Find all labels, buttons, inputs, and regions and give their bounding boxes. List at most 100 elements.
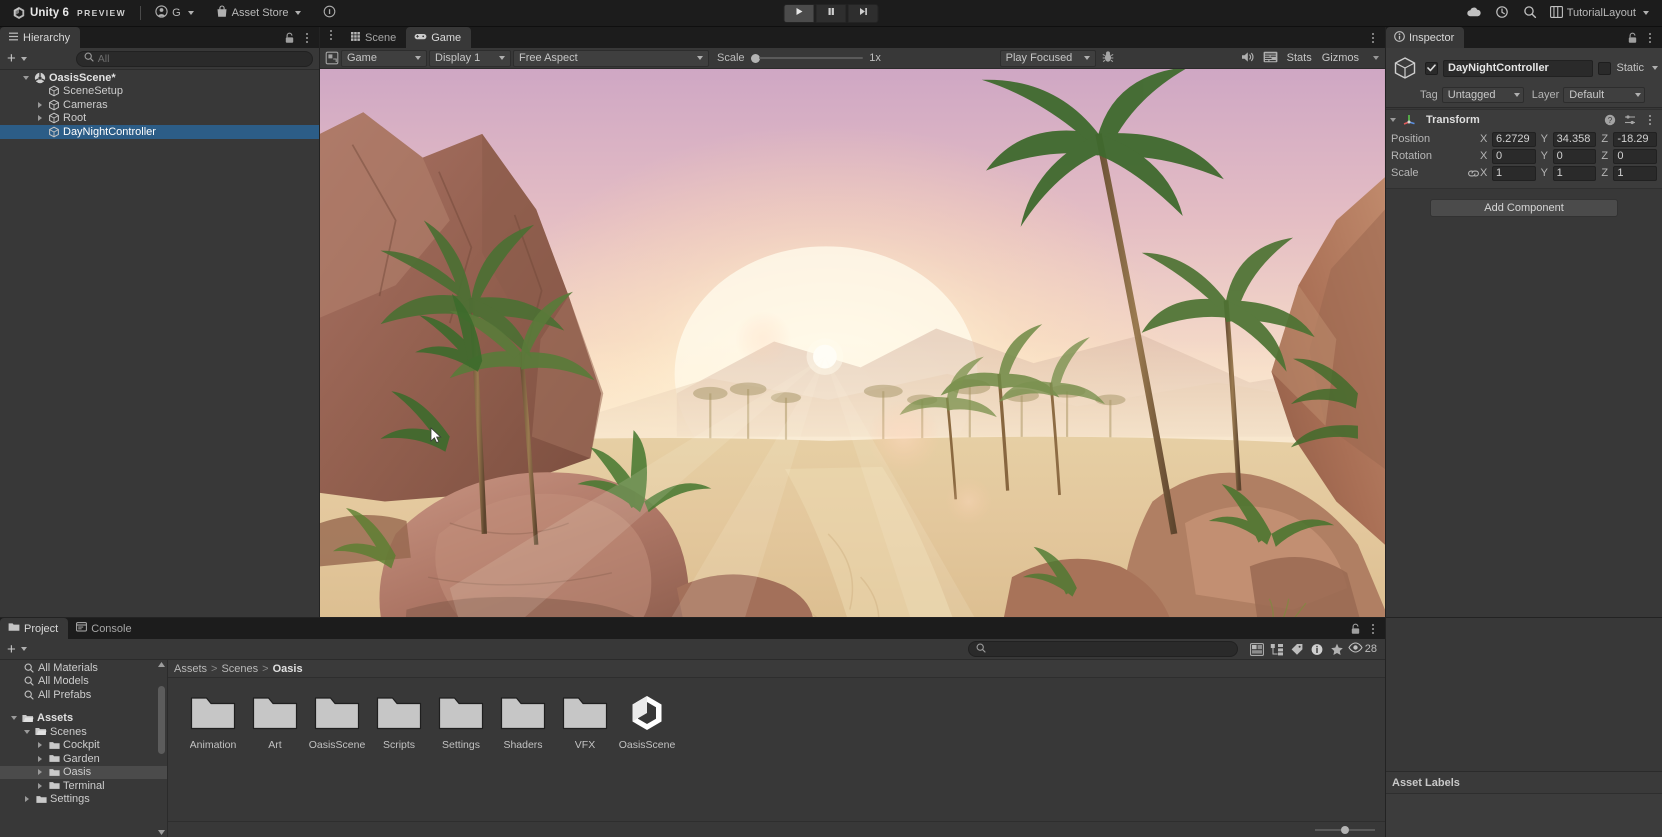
transform-position-y-input[interactable]: 34.358 bbox=[1552, 131, 1597, 147]
target-display-dropdown[interactable]: Game bbox=[341, 49, 427, 67]
transform-scale-x-input[interactable]: 1 bbox=[1492, 165, 1536, 181]
breadcrumb-item-assets[interactable]: Assets bbox=[174, 663, 207, 675]
transform-rotation-y-input[interactable]: 0 bbox=[1552, 148, 1597, 164]
stats-toggle-button[interactable] bbox=[1260, 50, 1282, 67]
scale-slider[interactable] bbox=[750, 50, 864, 67]
tab-hierarchy[interactable]: Hierarchy bbox=[0, 27, 81, 48]
cloud-button[interactable] bbox=[1461, 3, 1487, 24]
static-checkbox[interactable] bbox=[1598, 61, 1612, 75]
asset-item[interactable]: OasisScene bbox=[306, 690, 368, 754]
game-target-icon-button[interactable] bbox=[323, 50, 341, 67]
asset-store-menu[interactable]: Asset Store bbox=[210, 3, 308, 24]
project-tree[interactable]: All Materials All Models All Prefabs Assets… bbox=[0, 660, 168, 837]
scroll-down-arrow[interactable] bbox=[158, 829, 165, 836]
view-menu-button[interactable] bbox=[323, 27, 339, 42]
label-icon[interactable] bbox=[1288, 641, 1307, 658]
star-icon[interactable] bbox=[1328, 641, 1347, 658]
search-button[interactable] bbox=[1517, 3, 1543, 24]
display-dropdown[interactable]: Display 1 bbox=[429, 49, 511, 67]
tab-game[interactable]: Game bbox=[406, 27, 472, 48]
gameobject-enabled-checkbox[interactable] bbox=[1425, 61, 1438, 75]
hierarchy-item-cameras[interactable]: Cameras bbox=[0, 98, 319, 112]
layer-dropdown[interactable]: Default bbox=[1563, 87, 1646, 103]
step-button[interactable] bbox=[847, 3, 879, 23]
expand-arrow-icon-closed[interactable] bbox=[22, 794, 32, 804]
project-menu-button[interactable] bbox=[1365, 621, 1380, 636]
tab-project[interactable]: Project bbox=[0, 618, 69, 639]
stats-button[interactable]: Stats bbox=[1282, 50, 1317, 67]
project-favorite-all-models[interactable]: All Models bbox=[0, 675, 167, 689]
asset-grid[interactable]: Animation Art OasisScene Scripts Settings Sha… bbox=[168, 678, 1385, 821]
gameobject-name-input[interactable]: DayNightController bbox=[1443, 59, 1594, 77]
project-tree-item-garden[interactable]: Garden bbox=[0, 752, 167, 766]
hierarchy-item-oasisscene[interactable]: OasisScene* bbox=[0, 71, 319, 85]
lock-button[interactable] bbox=[1348, 621, 1363, 636]
project-tree-item-scenes[interactable]: Scenes bbox=[0, 725, 167, 739]
tag-dropdown[interactable]: Untagged bbox=[1441, 87, 1524, 103]
expand-arrow-icon-open[interactable] bbox=[9, 713, 19, 723]
breadcrumb-item-scenes[interactable]: Scenes bbox=[221, 663, 258, 675]
create-gameobject-button[interactable]: + bbox=[4, 50, 30, 67]
preset-icon[interactable] bbox=[1622, 112, 1637, 127]
collapse-arrow-icon[interactable] bbox=[1388, 115, 1398, 125]
asset-item[interactable]: Animation bbox=[182, 690, 244, 754]
transform-position-x-input[interactable]: 6.2729 bbox=[1492, 131, 1536, 147]
hierarchy-item-root[interactable]: Root bbox=[0, 112, 319, 126]
slider-handle[interactable] bbox=[1341, 825, 1349, 834]
breadcrumb-item-oasis[interactable]: Oasis bbox=[273, 663, 303, 675]
tab-console[interactable]: Console bbox=[68, 618, 141, 639]
hierarchy-tree[interactable]: OasisScene* SceneSetup Cameras Root DayNight… bbox=[0, 70, 319, 617]
project-search-input[interactable] bbox=[967, 641, 1238, 657]
gizmos-dropdown-button[interactable] bbox=[1366, 50, 1382, 67]
expand-arrow-icon-closed[interactable] bbox=[35, 100, 45, 110]
layout-selector[interactable]: TutorialLayout bbox=[1545, 3, 1654, 24]
transform-scale-z-input[interactable]: 1 bbox=[1613, 165, 1658, 181]
hierarchy-menu-button[interactable] bbox=[299, 30, 314, 45]
asset-item[interactable]: Scripts bbox=[368, 690, 430, 754]
asset-labels-header[interactable]: Asset Labels bbox=[1386, 771, 1662, 793]
create-asset-button[interactable]: + bbox=[4, 641, 30, 658]
hierarchy-view-icon[interactable] bbox=[1268, 641, 1287, 658]
transform-rotation-x-input[interactable]: 0 bbox=[1492, 148, 1536, 164]
scroll-up-arrow[interactable] bbox=[158, 661, 165, 668]
lock-button[interactable] bbox=[282, 30, 297, 45]
project-tree-item-assets[interactable]: Assets bbox=[0, 712, 167, 726]
asset-item[interactable]: Shaders bbox=[492, 690, 554, 754]
bug-report-button[interactable] bbox=[1098, 50, 1118, 67]
transform-scale-y-input[interactable]: 1 bbox=[1552, 165, 1597, 181]
inspector-menu-button[interactable] bbox=[1642, 30, 1657, 45]
project-favorite-all-prefabs[interactable]: All Prefabs bbox=[0, 688, 167, 702]
project-tree-item-cockpit[interactable]: Cockpit bbox=[0, 739, 167, 753]
transform-rotation-z-input[interactable]: 0 bbox=[1613, 148, 1658, 164]
project-tree-item-oasis[interactable]: Oasis bbox=[0, 765, 167, 779]
asset-item[interactable]: Art bbox=[244, 690, 306, 754]
hierarchy-item-daynightcontroller[interactable]: DayNightController bbox=[0, 125, 319, 139]
add-component-button[interactable]: Add Component bbox=[1430, 199, 1618, 217]
expand-arrow-icon-open[interactable] bbox=[22, 727, 32, 737]
icon-size-slider[interactable] bbox=[1315, 825, 1375, 834]
help-button[interactable] bbox=[317, 3, 342, 24]
project-tree-item-settings[interactable]: Settings bbox=[0, 793, 167, 807]
expand-arrow-icon-closed[interactable] bbox=[35, 113, 45, 123]
project-tree-item-terminal[interactable]: Terminal bbox=[0, 779, 167, 793]
constrain-proportions-icon[interactable] bbox=[1466, 169, 1480, 178]
asset-item[interactable]: VFX bbox=[554, 690, 616, 754]
asset-item[interactable]: Settings bbox=[430, 690, 492, 754]
expand-arrow-icon-open[interactable] bbox=[21, 73, 31, 83]
transform-position-z-input[interactable]: -18.29 bbox=[1613, 131, 1658, 147]
asset-item[interactable]: OasisScene bbox=[616, 690, 678, 754]
aspect-ratio-dropdown[interactable]: Free Aspect bbox=[513, 49, 709, 67]
expand-arrow-icon-closed[interactable] bbox=[35, 740, 45, 750]
play-mode-dropdown[interactable]: Play Focused bbox=[999, 49, 1096, 67]
hierarchy-item-scenesetup[interactable]: SceneSetup bbox=[0, 85, 319, 99]
two-column-layout-icon[interactable] bbox=[1248, 641, 1267, 658]
pause-button[interactable] bbox=[815, 3, 847, 23]
component-menu-button[interactable] bbox=[1642, 112, 1657, 127]
breadcrumb[interactable]: Assets > Scenes > Oasis bbox=[168, 660, 1385, 678]
visible-count[interactable]: 28 bbox=[1348, 642, 1381, 656]
project-favorite-all-materials[interactable]: All Materials bbox=[0, 661, 167, 675]
history-button[interactable] bbox=[1489, 3, 1515, 24]
tab-scene[interactable]: Scene bbox=[342, 27, 406, 48]
project-tree-scrollbar[interactable] bbox=[158, 672, 165, 825]
transform-component-header[interactable]: Transform ? bbox=[1386, 110, 1662, 129]
